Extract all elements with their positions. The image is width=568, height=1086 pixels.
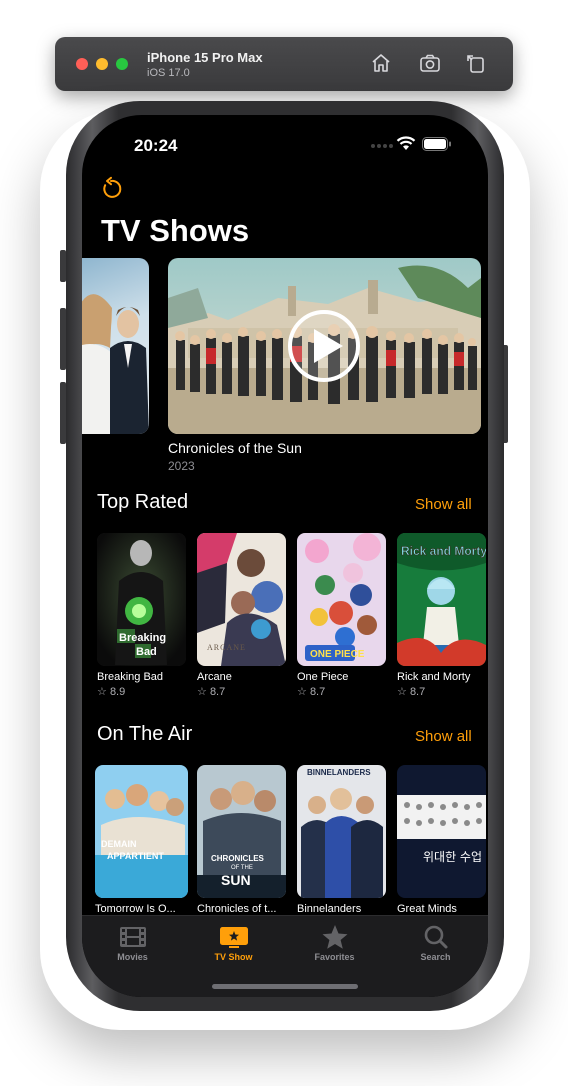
battery-icon — [422, 137, 451, 151]
section-title-top-rated: Top Rated — [97, 491, 189, 513]
simulator-device-name: iPhone 15 Pro Max — [147, 50, 263, 65]
zoom-window-button[interactable] — [116, 58, 128, 70]
show-all-top-rated-button[interactable]: Show all — [415, 496, 472, 513]
star-outline-icon: ☆ — [297, 686, 307, 698]
star-outline-icon: ☆ — [97, 686, 107, 698]
previous-featured-image — [82, 294, 149, 434]
svg-text:Rick and Morty: Rick and Morty — [401, 544, 486, 558]
star-outline-icon: ☆ — [397, 686, 407, 698]
item-rating: ☆ 8.7 — [297, 686, 326, 698]
poster-chronicles-of-the-sun: CHRONICLES OF THE SUN — [197, 765, 286, 898]
svg-text:CHRONICLES: CHRONICLES — [211, 854, 265, 863]
home-indicator — [212, 984, 358, 989]
item-title: One Piece — [297, 671, 349, 683]
home-icon[interactable] — [369, 51, 393, 75]
star-icon — [322, 925, 348, 949]
film-icon — [120, 927, 146, 947]
tv-icon — [220, 927, 248, 948]
top-rated-item-rick-and-morty[interactable]: Rick and Morty Rick and Morty ☆ 8.7 — [397, 533, 488, 698]
svg-text:SUN: SUN — [221, 872, 251, 888]
tab-movies[interactable]: Movies — [82, 916, 183, 997]
item-rating: ☆ 8.7 — [197, 686, 226, 698]
featured-image — [168, 258, 481, 434]
svg-text:위대한 수업: 위대한 수업 — [423, 850, 482, 864]
item-title: Binnelanders — [297, 903, 362, 915]
item-title: Tomorrow Is O... — [95, 903, 176, 915]
simulator-os-version: iOS 17.0 — [147, 67, 190, 79]
on-air-item-binnelanders[interactable]: BINNELANDERS Binnelanders — [297, 765, 386, 915]
item-title: Breaking Bad — [97, 671, 164, 683]
svg-text:APPARTIENT: APPARTIENT — [107, 851, 164, 861]
item-title: Chronicles of t... — [197, 903, 277, 915]
status-time: 20:24 — [134, 136, 178, 155]
tab-bar: Movies TV Show Favorites Search — [82, 915, 488, 997]
tab-label: TV Show — [214, 952, 253, 962]
wifi-icon — [396, 136, 416, 150]
item-title: Rick and Morty — [397, 671, 471, 683]
poster-great-minds: 위대한 수업 — [397, 765, 486, 898]
item-title: Arcane — [197, 671, 232, 683]
svg-text:DEMAIN: DEMAIN — [101, 839, 137, 849]
top-rated-item-arcane[interactable]: ARCANE Arcane ☆ 8.7 — [197, 533, 286, 698]
featured-title: Chronicles of the Sun — [168, 440, 302, 456]
top-rated-item-one-piece[interactable]: ONE PIECE One Piece ☆ 8.7 — [297, 533, 386, 698]
minimize-window-button[interactable] — [96, 58, 108, 70]
poster-arcane: ARCANE — [197, 533, 286, 666]
tab-search[interactable]: Search — [385, 916, 486, 997]
phone-screen: 20:24 TV Shows Chronicles of the Sun 202… — [82, 115, 488, 997]
poster-breaking-bad: Breaking Bad — [97, 533, 186, 666]
svg-text:Bad: Bad — [136, 646, 157, 658]
on-air-item-tomorrow-is-ours[interactable]: DEMAIN APPARTIENT Tomorrow Is O... — [95, 765, 188, 915]
item-rating: ☆ 8.7 — [397, 686, 426, 698]
page-title: TV Shows — [101, 213, 250, 248]
item-rating: ☆ 8.9 — [97, 686, 126, 698]
screenshot-icon[interactable] — [418, 51, 442, 75]
tab-label: Favorites — [314, 952, 355, 962]
svg-text:OF THE: OF THE — [231, 865, 253, 871]
poster-tomorrow-is-ours: DEMAIN APPARTIENT — [95, 765, 188, 898]
refresh-icon[interactable] — [98, 176, 124, 202]
poster-binnelanders: BINNELANDERS — [297, 765, 386, 898]
previous-featured-card[interactable] — [82, 258, 149, 434]
tab-label: Movies — [117, 952, 148, 962]
on-air-item-chronicles-of-the-sun[interactable]: CHRONICLES OF THE SUN Chronicles of t... — [197, 765, 286, 915]
featured-year: 2023 — [168, 459, 195, 473]
tab-label: Search — [420, 952, 451, 962]
svg-text:ONE PIECE: ONE PIECE — [310, 649, 365, 660]
top-rated-item-breaking-bad[interactable]: Breaking Bad Breaking Bad ☆ 8.9 — [97, 533, 186, 698]
item-title: Great Minds — [397, 903, 457, 915]
close-window-button[interactable] — [76, 58, 88, 70]
poster-one-piece: ONE PIECE — [297, 533, 386, 666]
section-title-on-the-air: On The Air — [97, 723, 193, 745]
show-all-on-the-air-button[interactable]: Show all — [415, 728, 472, 745]
svg-text:Breaking: Breaking — [119, 632, 166, 644]
star-outline-icon: ☆ — [197, 686, 207, 698]
cellular-signal-icon — [371, 144, 393, 148]
on-air-item-great-minds[interactable]: 위대한 수업 Great Minds — [397, 765, 488, 915]
search-icon — [424, 925, 448, 949]
svg-text:BINNELANDERS: BINNELANDERS — [307, 768, 371, 777]
poster-rick-and-morty: Rick and Morty — [397, 533, 486, 666]
svg-text:ARCANE: ARCANE — [207, 643, 246, 652]
featured-card[interactable] — [168, 258, 481, 434]
rotate-icon[interactable] — [464, 51, 488, 75]
simulator-toolbar: iPhone 15 Pro Max iOS 17.0 — [55, 37, 513, 91]
